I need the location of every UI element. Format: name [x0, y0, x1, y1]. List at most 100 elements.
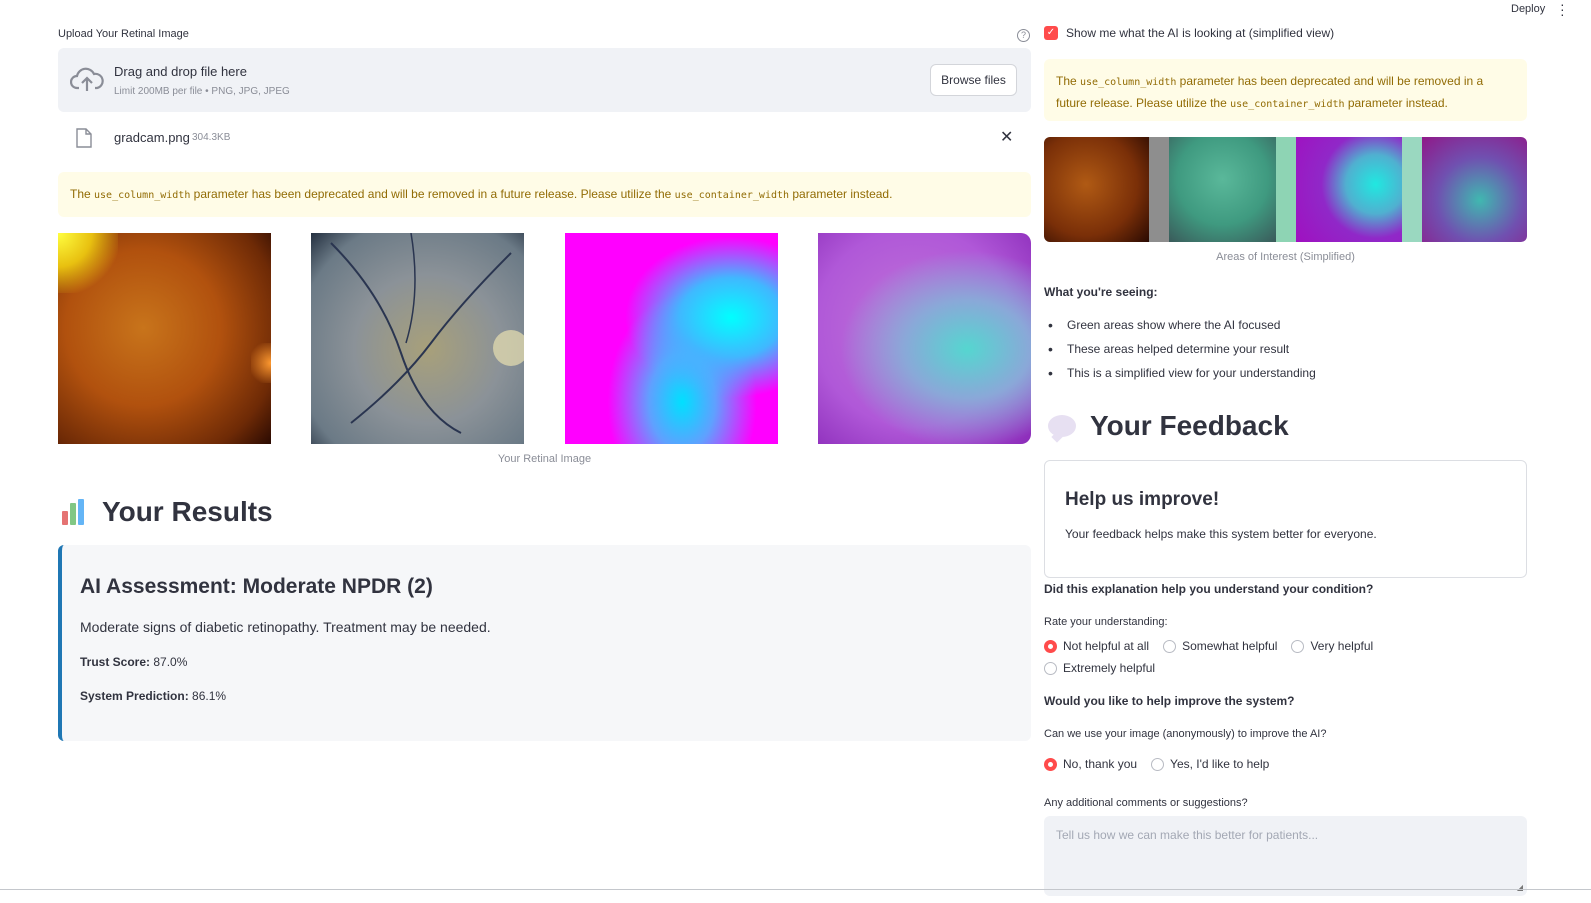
- radio-label: Extremely helpful: [1063, 661, 1156, 675]
- interest-caption: Areas of Interest (Simplified): [1216, 251, 1355, 263]
- radio-unselected-icon[interactable]: [1151, 757, 1165, 771]
- consent-label: Can we use your image (anonymously) to i…: [1044, 728, 1327, 740]
- retinal-image-original: [58, 233, 271, 444]
- question-understanding: Did this explanation help you understand…: [1044, 582, 1374, 596]
- rating-radio-group: Not helpful at all Somewhat helpful Very…: [1044, 639, 1387, 653]
- warning-text: The: [1056, 74, 1081, 88]
- radio-not-helpful[interactable]: Not helpful at all: [1044, 639, 1149, 653]
- warning-text: parameter has been deprecated and will b…: [190, 187, 675, 201]
- param-code: use_container_width: [674, 190, 790, 201]
- radio-unselected-icon[interactable]: [1044, 661, 1057, 675]
- seeing-title: What you're seeing:: [1044, 285, 1158, 299]
- assessment-card: AI Assessment: Moderate NPDR (2) Moderat…: [58, 545, 1031, 741]
- radio-label: Very helpful: [1310, 639, 1374, 653]
- interest-panel-focus: [1169, 137, 1276, 242]
- radio-unselected-icon[interactable]: [1291, 639, 1305, 653]
- prediction-value: 86.1%: [192, 689, 227, 703]
- radio-somewhat-helpful[interactable]: Somewhat helpful: [1163, 639, 1277, 653]
- file-dropzone[interactable]: Drag and drop file here Limit 200MB per …: [58, 48, 1031, 112]
- remove-file-icon[interactable]: ✕: [1000, 127, 1013, 147]
- radio-no-thank-you[interactable]: No, thank you: [1044, 757, 1137, 771]
- warning-text: parameter has been deprecated and will b…: [1176, 74, 1484, 88]
- explanation-checkbox[interactable]: ✓ Show me what the AI is looking at (sim…: [1044, 26, 1334, 40]
- speech-bubble-icon: [1048, 415, 1076, 437]
- trust-score-label: Trust Score:: [80, 655, 151, 669]
- rate-label: Rate your understanding:: [1044, 616, 1168, 628]
- radio-yes-help[interactable]: Yes, I'd like to help: [1151, 757, 1269, 771]
- consent-radio-group: No, thank you Yes, I'd like to help: [1044, 757, 1283, 771]
- heatmap-overlay-image: [818, 233, 1031, 444]
- browse-files-button[interactable]: Browse files: [930, 64, 1017, 96]
- image-caption: Your Retinal Image: [497, 453, 592, 465]
- radio-label: Not helpful at all: [1063, 639, 1150, 653]
- question-improve: Would you like to help improve the syste…: [1044, 694, 1295, 708]
- help-card-text: Your feedback helps make this system bet…: [1065, 527, 1377, 541]
- file-size: 304.3KB: [192, 132, 231, 143]
- param-code: use_column_width: [1080, 77, 1177, 88]
- feedback-title: Your Feedback: [1090, 410, 1289, 441]
- trust-score-value: 87.0%: [153, 655, 188, 669]
- warning-text: The: [70, 187, 95, 201]
- retinal-image-enhanced: [311, 232, 529, 444]
- assessment-description: Moderate signs of diabetic retinopathy. …: [80, 619, 491, 635]
- rating-radio-group-row2: Extremely helpful: [1044, 661, 1169, 675]
- radio-very-helpful[interactable]: Very helpful: [1291, 639, 1373, 653]
- file-icon: [76, 128, 92, 148]
- deprecation-warning: The use_column_width parameter has been …: [58, 172, 1031, 217]
- comments-textarea[interactable]: Tell us how we can make this better for …: [1044, 816, 1527, 896]
- radio-selected-icon[interactable]: [1044, 757, 1057, 771]
- warning-line: future release. Please utilize the use_c…: [1056, 93, 1515, 115]
- interest-divider: [1149, 137, 1169, 242]
- help-icon[interactable]: ?: [1017, 29, 1030, 42]
- warning-line: The use_column_width parameter has been …: [1056, 71, 1515, 93]
- list-item: This is a simplified view for your under…: [1044, 365, 1316, 390]
- results-heading: Your Results: [60, 496, 273, 528]
- radio-label: Yes, I'd like to help: [1170, 757, 1270, 771]
- assessment-title: AI Assessment: Moderate NPDR (2): [80, 575, 433, 598]
- resize-handle-icon[interactable]: ◢: [1517, 883, 1523, 892]
- interest-panel-original: [1044, 137, 1149, 242]
- top-bar: Deploy · · ·: [0, 0, 1591, 21]
- checkbox-checked-icon[interactable]: ✓: [1044, 26, 1058, 40]
- interest-divider: [1402, 137, 1422, 242]
- param-code: use_column_width: [94, 190, 191, 201]
- dropzone-title: Drag and drop file here: [114, 64, 247, 79]
- list-item: Green areas show where the AI focused: [1044, 317, 1316, 342]
- bar-chart-icon: [60, 497, 90, 527]
- attention-heatmap: [565, 233, 778, 444]
- dropzone-subtitle: Limit 200MB per file • PNG, JPG, JPEG: [114, 86, 290, 97]
- prediction-label: System Prediction:: [80, 689, 189, 703]
- help-us-improve-card: Help us improve! Your feedback helps mak…: [1044, 460, 1527, 578]
- kebab-menu-icon[interactable]: · · ·: [1560, 0, 1570, 21]
- upload-label: Upload Your Retinal Image: [58, 28, 189, 40]
- help-card-title: Help us improve!: [1065, 489, 1220, 510]
- interest-divider: [1276, 137, 1296, 242]
- warning-text: parameter instead.: [1344, 96, 1448, 110]
- deploy-button[interactable]: Deploy: [1511, 3, 1545, 15]
- comments-label: Any additional comments or suggestions?: [1044, 797, 1248, 809]
- results-title: Your Results: [102, 496, 273, 527]
- list-item: These areas helped determine your result: [1044, 341, 1316, 366]
- comments-placeholder: Tell us how we can make this better for …: [1056, 828, 1319, 842]
- vessel-overlay: [330, 232, 529, 434]
- file-name: gradcam.png: [114, 130, 190, 145]
- checkbox-label: Show me what the AI is looking at (simpl…: [1066, 26, 1335, 40]
- radio-label: No, thank you: [1063, 757, 1138, 771]
- warning-text: future release. Please utilize the: [1056, 96, 1231, 110]
- feedback-heading: Your Feedback: [1048, 410, 1289, 442]
- warning-text: parameter instead.: [789, 187, 893, 201]
- deprecation-warning-right: The use_column_width parameter has been …: [1044, 59, 1527, 121]
- uploaded-file-row: gradcam.png 304.3KB ✕: [58, 124, 1031, 154]
- seeing-list: Green areas show where the AI focused Th…: [1044, 317, 1316, 390]
- radio-label: Somewhat helpful: [1182, 639, 1278, 653]
- radio-selected-icon[interactable]: [1044, 639, 1057, 653]
- system-prediction: System Prediction: 86.1%: [80, 689, 226, 703]
- areas-of-interest-image: [1044, 137, 1527, 242]
- param-code: use_container_width: [1230, 99, 1345, 110]
- radio-extremely-helpful[interactable]: Extremely helpful: [1044, 661, 1155, 675]
- divider: [0, 889, 1591, 890]
- interest-panel-overlay: [1422, 137, 1527, 242]
- trust-score: Trust Score: 87.0%: [80, 655, 187, 669]
- radio-unselected-icon[interactable]: [1163, 639, 1177, 653]
- interest-panel-heatmap: [1296, 137, 1402, 242]
